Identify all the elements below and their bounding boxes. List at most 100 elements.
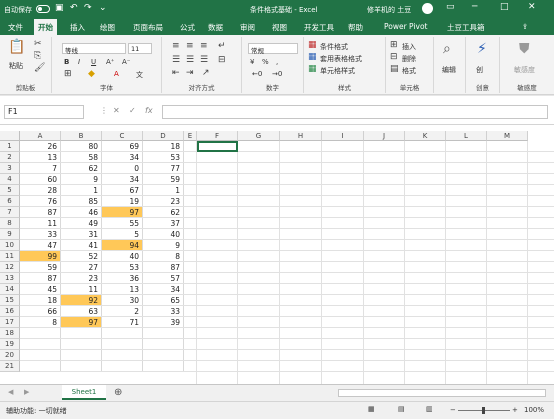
column-header-d[interactable]: D bbox=[143, 131, 184, 141]
row-header[interactable]: 13 bbox=[0, 273, 20, 284]
column-header-b[interactable]: B bbox=[61, 131, 102, 141]
font-name-select[interactable]: 等线 bbox=[62, 43, 126, 55]
number-format-select[interactable]: 常规 bbox=[248, 43, 298, 55]
row-header[interactable]: 8 bbox=[0, 218, 20, 229]
selected-cell[interactable] bbox=[197, 141, 238, 152]
row-header[interactable]: 16 bbox=[0, 306, 20, 317]
row-header[interactable]: 17 bbox=[0, 317, 20, 328]
close-icon[interactable]: ✕ bbox=[528, 2, 536, 12]
row-header[interactable]: 6 bbox=[0, 196, 20, 207]
row-header[interactable]: 7 bbox=[0, 207, 20, 218]
delete-cells-button[interactable]: 删除 bbox=[402, 54, 416, 64]
column-header-g[interactable]: G bbox=[238, 131, 280, 141]
bold-icon[interactable]: B bbox=[64, 58, 69, 66]
column-header-k[interactable]: K bbox=[405, 131, 446, 141]
row-header[interactable]: 5 bbox=[0, 185, 20, 196]
row-header[interactable]: 2 bbox=[0, 152, 20, 163]
table-format-button[interactable]: 套用表格格式 bbox=[320, 54, 362, 64]
normal-view-icon[interactable]: ▦ bbox=[368, 405, 375, 413]
paste-icon[interactable]: 📋 bbox=[8, 39, 25, 55]
row-header[interactable]: 21 bbox=[0, 361, 20, 372]
decrease-decimal-icon[interactable]: →0 bbox=[272, 70, 282, 78]
column-header-c[interactable]: C bbox=[102, 131, 143, 141]
phonetic-icon[interactable]: 文 bbox=[136, 70, 143, 80]
row-header[interactable]: 11 bbox=[0, 251, 20, 262]
tab-review[interactable]: 审阅 bbox=[240, 22, 255, 33]
formula-input[interactable] bbox=[162, 105, 548, 119]
align-middle-icon[interactable]: ≡ bbox=[186, 41, 194, 51]
tab-help[interactable]: 帮助 bbox=[348, 22, 363, 33]
maximize-icon[interactable]: □ bbox=[500, 2, 509, 12]
ribbon-display-icon[interactable]: ▭ bbox=[446, 2, 455, 12]
cut-icon[interactable]: ✂ bbox=[34, 39, 42, 49]
align-left-icon[interactable]: ☰ bbox=[172, 55, 180, 65]
user-avatar[interactable] bbox=[422, 3, 433, 14]
format-painter-icon[interactable]: 🖌 bbox=[34, 63, 45, 73]
tab-tudou-toolbox[interactable]: 土豆工具箱 bbox=[447, 22, 485, 33]
tab-data[interactable]: 数据 bbox=[208, 22, 223, 33]
search-icon[interactable]: ⌕ bbox=[443, 41, 451, 57]
lightning-icon[interactable]: ⚡ bbox=[477, 41, 487, 57]
wrap-text-icon[interactable]: ↵ bbox=[218, 41, 226, 51]
row-header[interactable]: 1 bbox=[0, 141, 20, 152]
zoom-level[interactable]: 100% bbox=[524, 406, 544, 414]
row-header[interactable]: 18 bbox=[0, 328, 20, 339]
row-header[interactable]: 19 bbox=[0, 339, 20, 350]
currency-icon[interactable]: ¥ bbox=[250, 58, 254, 66]
column-header-h[interactable]: H bbox=[280, 131, 322, 141]
tab-formulas[interactable]: 公式 bbox=[180, 22, 195, 33]
cancel-icon[interactable]: ✕ bbox=[113, 106, 120, 115]
page-layout-view-icon[interactable]: ▤ bbox=[398, 405, 405, 413]
grow-font-icon[interactable]: A⁺ bbox=[106, 58, 114, 66]
font-size-select[interactable]: 11 bbox=[128, 43, 152, 54]
decrease-indent-icon[interactable]: ⇤ bbox=[172, 68, 180, 78]
row-header[interactable]: 15 bbox=[0, 295, 20, 306]
column-header-f[interactable]: F bbox=[197, 131, 238, 141]
percent-icon[interactable]: % bbox=[262, 58, 269, 66]
zoom-slider-thumb[interactable] bbox=[482, 407, 485, 414]
underline-icon[interactable]: U bbox=[91, 58, 96, 66]
borders-icon[interactable]: ⊞ bbox=[64, 69, 72, 79]
minimize-icon[interactable]: ─ bbox=[472, 2, 477, 12]
tab-developer[interactable]: 开发工具 bbox=[304, 22, 334, 33]
row-header[interactable]: 4 bbox=[0, 174, 20, 185]
next-sheet-icon[interactable]: ▶ bbox=[24, 388, 29, 396]
tab-insert[interactable]: 插入 bbox=[70, 22, 85, 33]
column-header-m[interactable]: M bbox=[487, 131, 528, 141]
zoom-out-icon[interactable]: − bbox=[450, 406, 456, 414]
cell-style-button[interactable]: 单元格样式 bbox=[320, 66, 355, 76]
create-button[interactable]: 创 bbox=[476, 65, 483, 75]
tab-view[interactable]: 视图 bbox=[272, 22, 287, 33]
conditional-format-button[interactable]: 条件格式 bbox=[320, 42, 348, 52]
user-name[interactable]: 修羊机的 土豆 bbox=[367, 5, 411, 15]
redo-icon[interactable]: ↷ bbox=[84, 3, 92, 13]
horizontal-scrollbar[interactable] bbox=[338, 389, 546, 397]
autosave-toggle[interactable] bbox=[36, 5, 50, 13]
insert-cells-button[interactable]: 插入 bbox=[402, 42, 416, 52]
undo-icon[interactable]: ↶ bbox=[70, 3, 78, 13]
name-box[interactable]: F1 bbox=[4, 105, 84, 119]
row-header[interactable]: 14 bbox=[0, 284, 20, 295]
orientation-icon[interactable]: ↗ bbox=[202, 68, 210, 78]
sensitivity-icon[interactable]: ⛊ bbox=[519, 41, 530, 57]
font-color-icon[interactable]: A bbox=[114, 70, 119, 78]
shrink-font-icon[interactable]: A⁻ bbox=[122, 58, 130, 66]
enter-icon[interactable]: ✓ bbox=[129, 106, 136, 115]
column-header-j[interactable]: J bbox=[364, 131, 405, 141]
page-break-view-icon[interactable]: ▥ bbox=[426, 405, 433, 413]
format-cells-button[interactable]: 格式 bbox=[402, 66, 416, 76]
zoom-in-icon[interactable]: + bbox=[512, 406, 518, 414]
row-header[interactable]: 10 bbox=[0, 240, 20, 251]
row-header[interactable]: 9 bbox=[0, 229, 20, 240]
select-all-corner[interactable] bbox=[0, 131, 20, 141]
column-header-i[interactable]: I bbox=[322, 131, 364, 141]
paste-button[interactable]: 粘贴 bbox=[9, 61, 23, 71]
row-header[interactable]: 3 bbox=[0, 163, 20, 174]
editing-button[interactable]: 编辑 bbox=[442, 65, 456, 75]
increase-indent-icon[interactable]: ⇥ bbox=[186, 68, 194, 78]
tab-draw[interactable]: 绘图 bbox=[100, 22, 115, 33]
copy-icon[interactable]: ⎘ bbox=[34, 51, 41, 61]
align-bottom-icon[interactable]: ≡ bbox=[200, 41, 208, 51]
row-header[interactable]: 12 bbox=[0, 262, 20, 273]
tab-page-layout[interactable]: 页面布局 bbox=[133, 22, 163, 33]
